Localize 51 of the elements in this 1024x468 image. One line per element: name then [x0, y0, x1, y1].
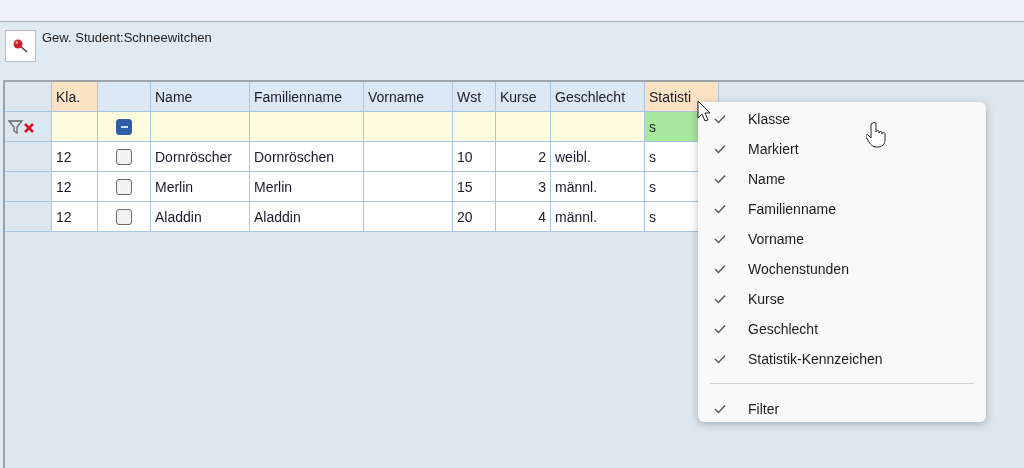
- column-header[interactable]: Wst: [453, 82, 496, 112]
- table-cell: Dornröscher: [151, 142, 250, 172]
- filter-cell[interactable]: [364, 112, 453, 142]
- table-cell: 12: [52, 142, 98, 172]
- checkbox[interactable]: [116, 148, 132, 165]
- checkbox[interactable]: [116, 178, 132, 195]
- filter-cell[interactable]: [52, 112, 98, 142]
- table-cell: weibl.: [551, 142, 645, 172]
- menu-item[interactable]: Kurse: [698, 284, 986, 314]
- selected-student-label: Gew. Student:Schneewitchen: [42, 30, 212, 47]
- column-header[interactable]: Statisti: [645, 82, 719, 112]
- checkbox[interactable]: [116, 208, 132, 225]
- checkbox[interactable]: [116, 118, 132, 135]
- table-cell: 15: [453, 172, 496, 202]
- column-header[interactable]: Name: [151, 82, 250, 112]
- table-cell: Aladdin: [151, 202, 250, 232]
- menu-item[interactable]: Geschlecht: [698, 314, 986, 344]
- pin-icon: [11, 37, 30, 55]
- column-header[interactable]: Vorname: [364, 82, 453, 112]
- table-cell: 20: [453, 202, 496, 232]
- table-cell: 4: [496, 202, 551, 232]
- table-cell: 2: [496, 142, 551, 172]
- filter-cell[interactable]: [496, 112, 551, 142]
- column-header[interactable]: [98, 82, 151, 112]
- table-cell: männl.: [551, 172, 645, 202]
- column-header[interactable]: Kla.: [52, 82, 98, 112]
- filter-cell[interactable]: [453, 112, 496, 142]
- table-cell: Merlin: [151, 172, 250, 202]
- row-header[interactable]: [5, 142, 52, 172]
- table-cell: männl.: [551, 202, 645, 232]
- filter-cell[interactable]: [551, 112, 645, 142]
- menu-item[interactable]: Filter: [698, 394, 986, 424]
- clear-filter-icon[interactable]: [8, 119, 36, 134]
- column-header[interactable]: Kurse: [496, 82, 551, 112]
- column-header[interactable]: Geschlecht: [551, 82, 645, 112]
- filter-cell[interactable]: [250, 112, 364, 142]
- table-cell: 12: [52, 172, 98, 202]
- table-cell: 10: [453, 142, 496, 172]
- menu-item[interactable]: Wochenstunden: [698, 254, 986, 284]
- table-cell: 3: [496, 172, 551, 202]
- pin-button[interactable]: [5, 30, 36, 62]
- row-header[interactable]: [5, 172, 52, 202]
- filter-cell[interactable]: [151, 112, 250, 142]
- row-header[interactable]: [5, 202, 52, 232]
- column-header[interactable]: Familienname: [250, 82, 364, 112]
- table-cell: Merlin: [250, 172, 364, 202]
- table-cell: Dornröschen: [250, 142, 364, 172]
- table-cell: 12: [52, 202, 98, 232]
- table-cell: Aladdin: [250, 202, 364, 232]
- dash-icon: [120, 125, 128, 128]
- menu-item[interactable]: Statistik-Kennzeichen: [698, 344, 986, 374]
